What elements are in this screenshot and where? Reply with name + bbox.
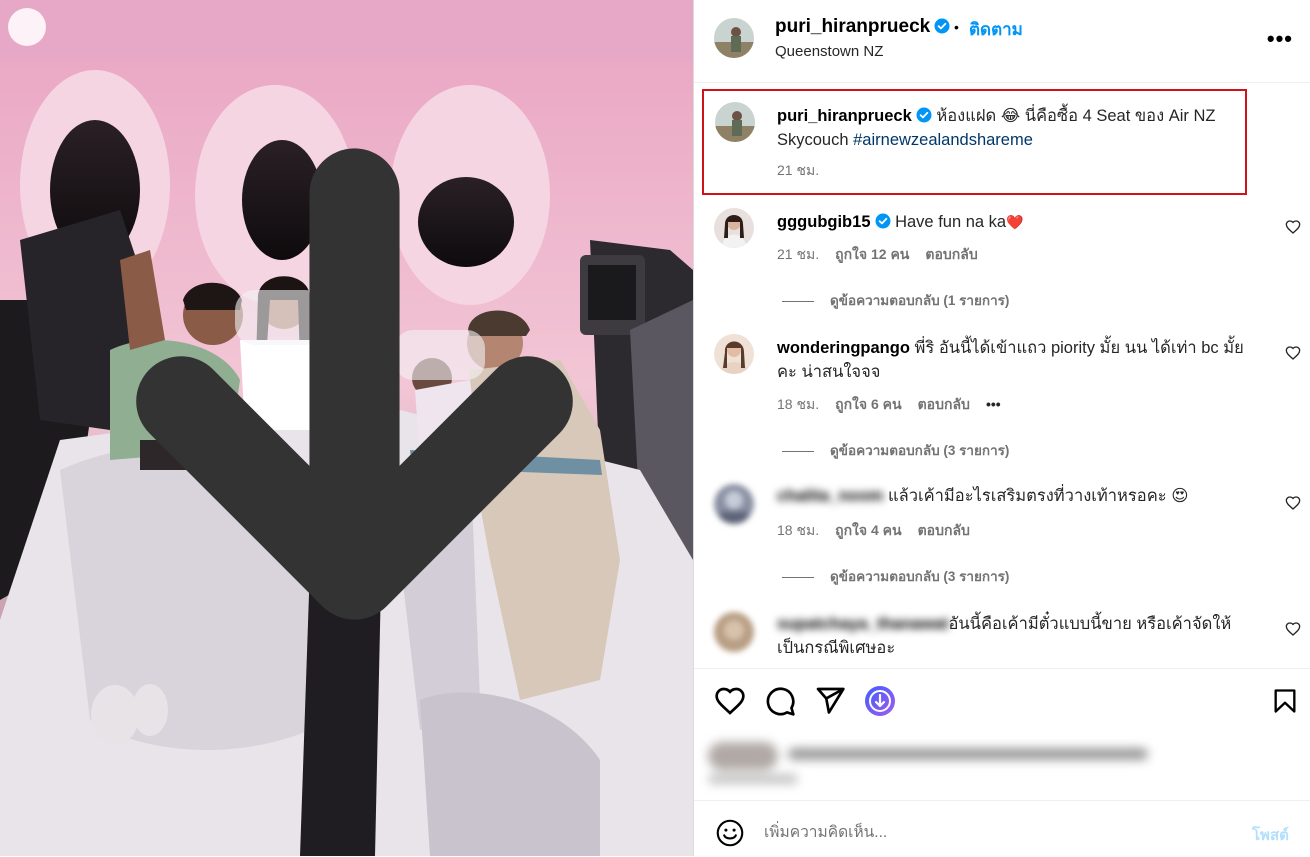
- post-comment-button[interactable]: โพสต์: [1252, 823, 1289, 847]
- comment-username[interactable]: supatchaya_thanawat: [777, 615, 948, 633]
- like-heart-icon[interactable]: [714, 685, 746, 717]
- post-photo[interactable]: [0, 0, 693, 856]
- header-separator: •: [954, 19, 959, 35]
- comment-body: Have fun na ka: [895, 213, 1007, 231]
- add-comment-bar: โพสต์: [694, 800, 1310, 857]
- more-icon: •••: [1266, 26, 1293, 51]
- emoji-icon[interactable]: [716, 819, 744, 847]
- comment-emoji: 😍: [1171, 487, 1189, 505]
- comment-text: gggubgib15 Have fun na ka❤️: [777, 210, 1247, 234]
- comment-icon[interactable]: [764, 685, 796, 717]
- replies-divider: [782, 300, 814, 302]
- comment-time[interactable]: 18 ชม.: [777, 522, 819, 538]
- comment-text: chalita_noom แล้วเค้ามีอะไรเสริมตรงที่วา…: [777, 484, 1247, 508]
- caption-emoji: 😂: [1000, 107, 1021, 125]
- author-username-text[interactable]: puri_hiranprueck: [775, 16, 930, 37]
- view-replies-button[interactable]: ดูข้อความตอบกลับ (3 รายการ): [782, 439, 1009, 461]
- comment-avatar[interactable]: [714, 612, 754, 652]
- comment-text: wonderingpango พี่ริ อันนี้ได้เข้าแถว pi…: [777, 336, 1247, 384]
- replies-divider: [782, 576, 814, 578]
- comment-body: แล้วเค้ามีอะไรเสริมตรงที่วางเท้าหรอคะ: [887, 487, 1167, 505]
- caption-text: puri_hiranprueck ห้องแฝด 😂 นี่คือซื้อ 4 …: [777, 104, 1237, 152]
- view-replies-button[interactable]: ดูข้อความตอบกลับ (1 รายการ): [782, 289, 1009, 311]
- replies-divider: [782, 450, 814, 452]
- reply-button[interactable]: ตอบกลับ: [918, 396, 970, 412]
- comment-username[interactable]: gggubgib15: [777, 213, 871, 231]
- caption-time[interactable]: 21 ชม.: [777, 160, 819, 182]
- download-icon: [136, 148, 573, 620]
- liker-avatars-blurred: [708, 742, 778, 770]
- verified-icon: [875, 213, 890, 229]
- comment-text: supatchaya_thanawatอันนี้คือเค้ามีตั๋วแบ…: [777, 612, 1247, 660]
- caption-hashtag[interactable]: #airnewzealandshareme: [853, 131, 1033, 149]
- view-replies-label: ดูข้อความตอบกลับ (3 รายการ): [830, 569, 1010, 584]
- view-replies-label: ดูข้อความตอบกลับ (1 รายการ): [830, 293, 1010, 308]
- like-comment-heart-icon[interactable]: [1285, 345, 1301, 361]
- comment-avatar[interactable]: [714, 208, 754, 248]
- comment-more-button[interactable]: •••: [986, 396, 1001, 412]
- verified-icon: [916, 107, 932, 123]
- download-icon[interactable]: [864, 685, 896, 717]
- save-icon[interactable]: [1271, 685, 1299, 717]
- comment-meta: 18 ชม. ถูกใจ 4 คน ตอบกลับ: [777, 520, 986, 542]
- comment-username[interactable]: chalita_noom: [777, 487, 883, 505]
- likes-summary-blurred: [708, 736, 1158, 792]
- reply-button[interactable]: ตอบกลับ: [918, 522, 970, 538]
- like-comment-heart-icon[interactable]: [1285, 495, 1301, 511]
- caption-part-1: ห้องแฝด: [931, 107, 1001, 125]
- comment-emoji: ❤️: [1006, 214, 1024, 230]
- download-button[interactable]: [8, 8, 573, 620]
- post-date-blurred: [708, 774, 798, 784]
- scrollbar[interactable]: [1305, 0, 1310, 856]
- view-replies-label: ดูข้อความตอบกลับ (3 รายการ): [830, 443, 1010, 458]
- comment-avatar[interactable]: [714, 484, 754, 524]
- post-header: puri_hiranprueck • ติดตาม Queenstown NZ …: [694, 0, 1310, 83]
- caption-avatar[interactable]: [715, 102, 755, 142]
- author-username[interactable]: puri_hiranprueck: [775, 16, 950, 38]
- comment-likes[interactable]: ถูกใจ 4 คน: [835, 522, 902, 538]
- author-avatar[interactable]: [714, 18, 754, 58]
- comment-likes[interactable]: ถูกใจ 6 คน: [835, 396, 902, 412]
- like-comment-heart-icon[interactable]: [1285, 219, 1301, 235]
- likes-text-blurred: [788, 748, 1148, 760]
- comment-avatar[interactable]: [714, 334, 754, 374]
- comment-meta: 21 ชม. ถูกใจ 12 คน ตอบกลับ: [777, 244, 994, 266]
- more-options-button[interactable]: •••: [1267, 26, 1293, 52]
- post-location[interactable]: Queenstown NZ: [775, 43, 883, 60]
- comment-input[interactable]: [764, 821, 1224, 845]
- share-icon[interactable]: [814, 685, 846, 717]
- reply-button[interactable]: ตอบกลับ: [925, 246, 977, 262]
- post-details-panel: puri_hiranprueck • ติดตาม Queenstown NZ …: [693, 0, 1310, 856]
- view-replies-button[interactable]: ดูข้อความตอบกลับ (3 รายการ): [782, 565, 1009, 587]
- caption-username[interactable]: puri_hiranprueck: [777, 107, 912, 125]
- post-actions-bar: [694, 668, 1310, 733]
- comment-time[interactable]: 18 ชม.: [777, 396, 819, 412]
- comment-meta: 18 ชม. ถูกใจ 6 คน ตอบกลับ •••: [777, 394, 1017, 416]
- comment-likes[interactable]: ถูกใจ 12 คน: [835, 246, 909, 262]
- follow-button[interactable]: ติดตาม: [969, 16, 1023, 43]
- like-comment-heart-icon[interactable]: [1285, 621, 1301, 637]
- comment-username[interactable]: wonderingpango: [777, 339, 910, 357]
- verified-icon: [934, 18, 950, 34]
- comment-time[interactable]: 21 ชม.: [777, 246, 819, 262]
